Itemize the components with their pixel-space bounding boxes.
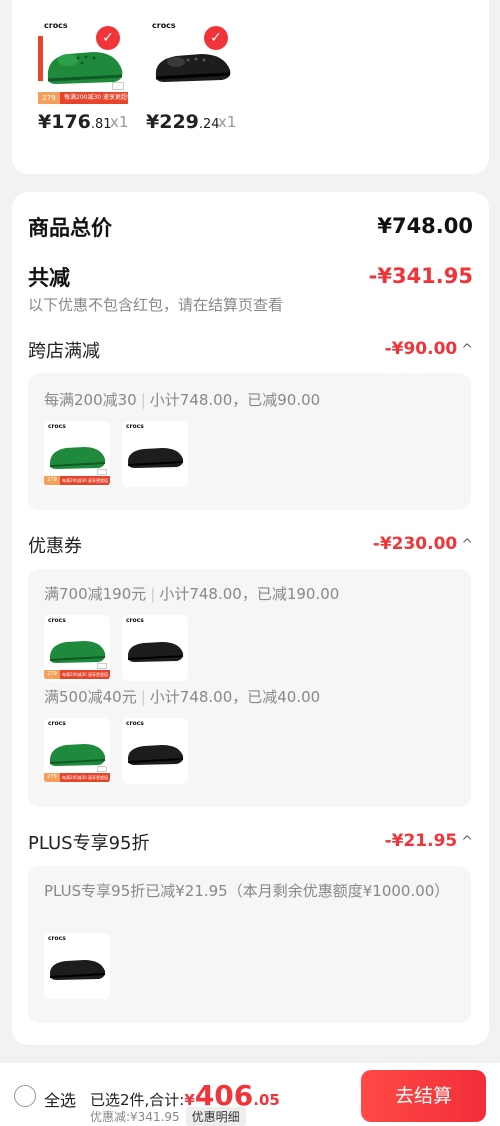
store-discount-detail: 每满200减30 | 小计748.00，已减90.00 crocs 279 每满200… <box>28 373 471 510</box>
product-mini-green: crocs 279 每满200减30 速享更超值 <box>44 421 110 487</box>
chevron-up-icon[interactable]: ^ <box>461 342 473 358</box>
product-mini-green: crocs 279 每满200减30 速享更超值 <box>44 718 110 784</box>
plus-discount-title: PLUS专享95折 <box>28 833 150 854</box>
coupon-amount: -¥230.00 ^ <box>372 534 473 554</box>
store-discount-header[interactable]: 跨店满减 -¥90.00 ^ <box>28 337 473 363</box>
discount-amount: 优惠减:¥341.95 <box>90 1110 180 1124</box>
total-reduce-value: -¥341.95 <box>368 264 473 288</box>
product-price: ¥176.81 <box>38 111 112 133</box>
chevron-up-icon[interactable]: ^ <box>461 537 473 553</box>
product-mini-black: crocs <box>122 718 188 784</box>
total-reduce-row: 共减 -¥341.95 <box>28 262 473 292</box>
total-reduce-label: 共减 <box>28 266 70 290</box>
promo-strip-text: 每满200减30 速享更超值 <box>64 94 128 101</box>
plus-discount-desc: PLUS专享95折已减¥21.95（本月剩余优惠额度¥1000.00） <box>44 882 450 900</box>
coupon-detail: 满700减190元 | 小计748.00，已减190.00 crocs 279 每满2… <box>28 569 471 807</box>
coupon-1-desc: 满700减190元 | 小计748.00，已减190.00 <box>44 585 340 603</box>
plus-discount-amount: -¥21.95 ^ <box>384 831 473 851</box>
discount-summary: 优惠减:¥341.95 优惠明细 <box>90 1107 246 1126</box>
reduce-note: 以下优惠不包含红包，请在结算页查看 <box>28 296 284 314</box>
price-tag-icon <box>112 82 124 90</box>
discount-detail-button[interactable]: 优惠明细 <box>185 1107 246 1126</box>
checkout-bar: 全选 已选2件,合计:¥406.05 优惠减:¥341.95 优惠明细 去结算 <box>0 1063 500 1126</box>
product-quantity: x1 <box>110 113 129 131</box>
product-price: ¥229.24 <box>146 111 220 133</box>
total-price-row: 商品总价 ¥748.00 <box>28 212 473 242</box>
product-mini-black: crocs <box>122 615 188 681</box>
select-all-radio[interactable] <box>14 1085 36 1107</box>
store-discount-title: 跨店满减 <box>28 341 100 362</box>
chevron-up-icon[interactable]: ^ <box>461 834 473 850</box>
promo-strip-price: 279 <box>38 92 60 104</box>
store-discount-amount: -¥90.00 ^ <box>384 339 473 359</box>
store-discount-desc: 每满200减30 | 小计748.00，已减90.00 <box>44 391 321 409</box>
product-mini-black: crocs <box>44 933 110 999</box>
checkout-button[interactable]: 去结算 <box>361 1070 486 1122</box>
sum-decimal: .05 <box>253 1091 280 1109</box>
promo-strip: 279 每满200减30 速享更超值 <box>38 92 128 104</box>
total-price-label: 商品总价 <box>28 216 112 240</box>
product-mini-green: crocs 279 每满200减30 速享更超值 <box>44 615 110 681</box>
coupon-header[interactable]: 优惠券 -¥230.00 ^ <box>28 532 473 558</box>
selected-products-card: crocs 279 每满200减30 速享更超值 ✓ crocs ✓ ¥176.… <box>12 0 489 174</box>
price-breakdown-card: 商品总价 ¥748.00 共减 -¥341.95 以下优惠不包含红包，请在结算页… <box>12 192 489 1045</box>
product-mini-black: crocs <box>122 421 188 487</box>
total-price-value: ¥748.00 <box>377 214 473 238</box>
select-all-label[interactable]: 全选 <box>44 1087 76 1111</box>
product-checked-icon[interactable]: ✓ <box>204 26 228 50</box>
product-checked-icon[interactable]: ✓ <box>96 26 120 50</box>
coupon-2-desc: 满500减40元 | 小计748.00，已减40.00 <box>44 688 321 706</box>
coupon-title: 优惠券 <box>28 536 82 557</box>
plus-discount-header[interactable]: PLUS专享95折 -¥21.95 ^ <box>28 829 473 855</box>
plus-discount-detail: PLUS专享95折已减¥21.95（本月剩余优惠额度¥1000.00） croc… <box>28 866 471 1023</box>
product-quantity: x1 <box>218 113 237 131</box>
